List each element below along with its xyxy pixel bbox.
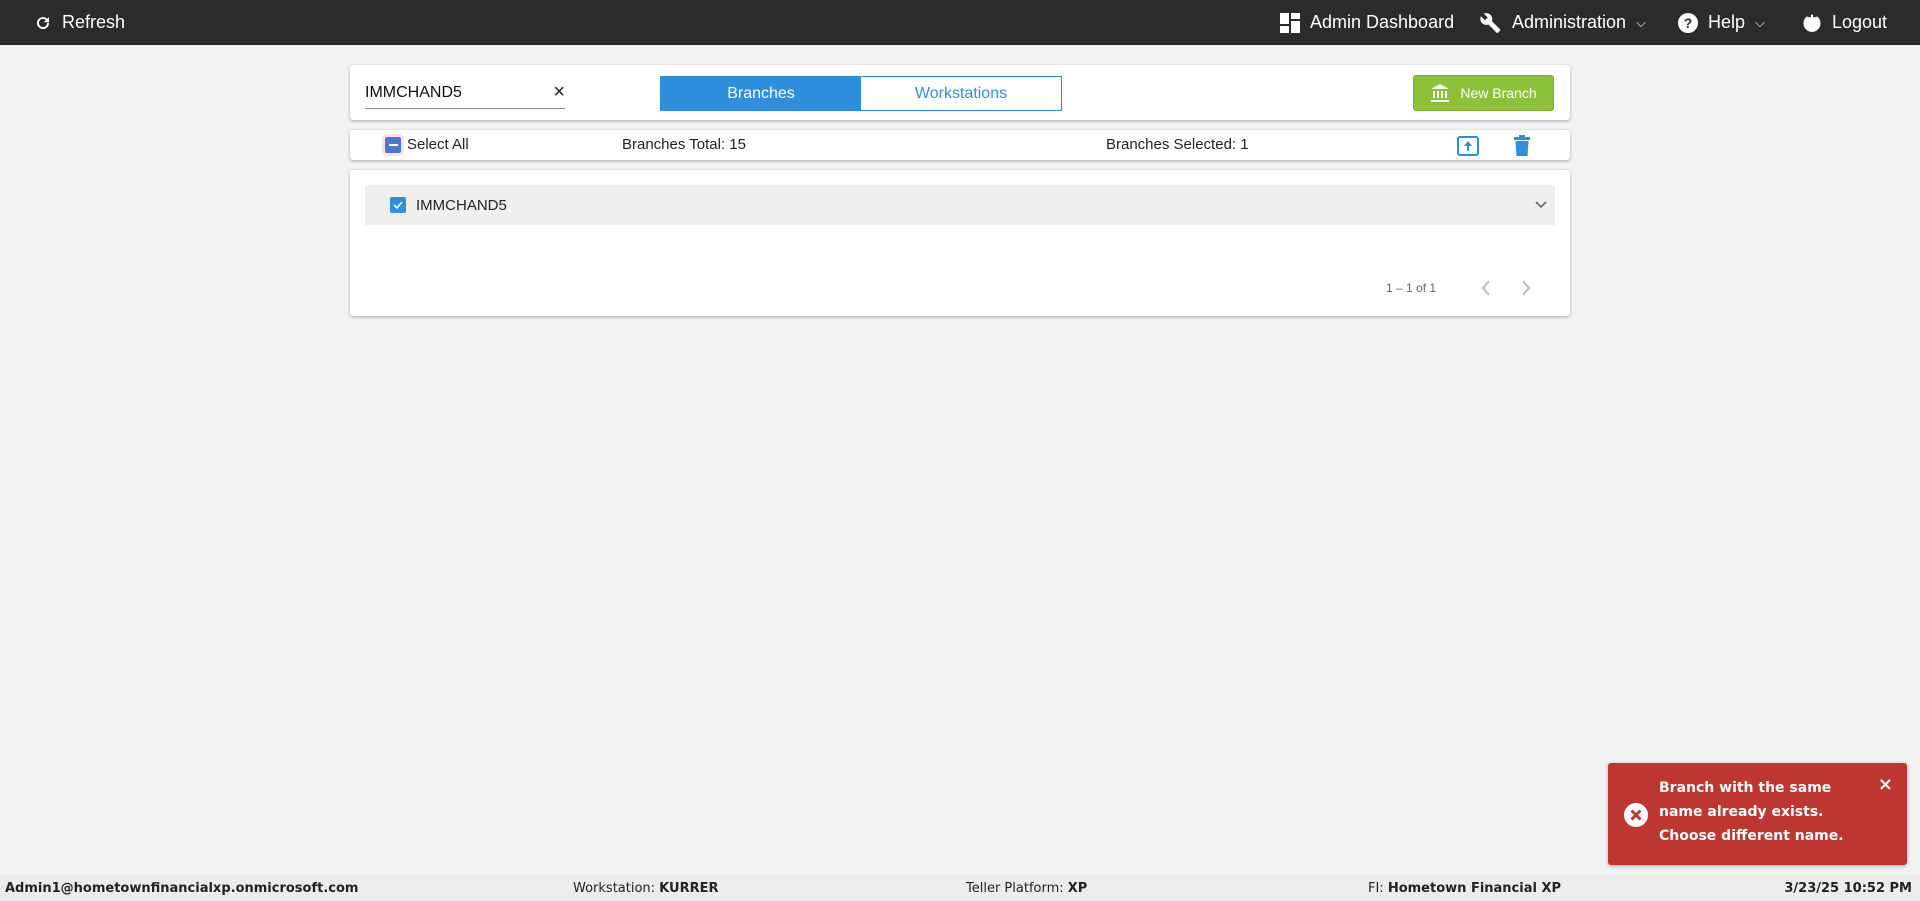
dashboard-icon	[1280, 12, 1300, 33]
wrench-icon	[1480, 12, 1501, 33]
top-navbar: Refresh Admin Dashboard Administration ⌵…	[0, 0, 1920, 45]
status-bar: Admin1@hometownfinancialxp.onmicrosoft.c…	[0, 875, 1920, 901]
svg-text:?: ?	[1684, 15, 1693, 31]
pagination-range: 1 – 1 of 1	[1386, 281, 1437, 295]
check-icon	[393, 201, 403, 210]
status-user: Admin1@hometownfinancialxp.onmicrosoft.c…	[5, 881, 359, 896]
previous-page-icon[interactable]	[1481, 280, 1491, 296]
upload-icon[interactable]	[1457, 136, 1479, 156]
error-toast: Branch with the same name already exists…	[1608, 763, 1907, 865]
administration-menu[interactable]: Administration ⌵	[1480, 0, 1646, 45]
branch-name: IMMCHAND5	[416, 196, 507, 214]
logout-button[interactable]: Logout	[1802, 0, 1887, 45]
branch-list-card: IMMCHAND5 1 – 1 of 1	[350, 170, 1570, 316]
clear-search-button[interactable]: ×	[553, 81, 565, 104]
refresh-label: Refresh	[62, 12, 126, 32]
admin-dashboard-label: Admin Dashboard	[1310, 12, 1455, 32]
help-icon: ?	[1678, 12, 1698, 33]
search-field[interactable]: ×	[365, 77, 565, 109]
workstation-value: KURRER	[659, 881, 719, 896]
status-fi: FI: Hometown Financial XP	[1368, 881, 1561, 896]
status-platform: Teller Platform: XP	[966, 881, 1087, 896]
new-branch-label: New Branch	[1460, 85, 1537, 101]
refresh-icon	[37, 16, 50, 29]
error-icon	[1624, 803, 1648, 827]
refresh-button[interactable]: Refresh	[34, 0, 125, 45]
next-page-icon[interactable]	[1521, 280, 1531, 296]
help-menu[interactable]: ? Help ⌵	[1678, 0, 1765, 45]
trash-icon[interactable]	[1514, 135, 1530, 156]
branches-selected: Branches Selected: 1	[1106, 136, 1249, 153]
chevron-down-icon: ⌵	[1636, 14, 1646, 30]
chevron-down-icon[interactable]	[1535, 201, 1547, 209]
list-item[interactable]: IMMCHAND5	[365, 185, 1555, 225]
new-branch-button[interactable]: New Branch	[1413, 75, 1554, 111]
status-datetime: 3/23/25 10:52 PM	[1784, 881, 1912, 896]
chevron-down-icon: ⌵	[1755, 14, 1765, 30]
toast-close-button[interactable]: ×	[1878, 773, 1893, 797]
platform-label: Teller Platform:	[966, 881, 1068, 896]
power-icon	[1803, 14, 1821, 32]
tab-branches[interactable]: Branches	[661, 77, 861, 110]
bank-icon	[1431, 84, 1450, 102]
search-input[interactable]	[365, 83, 525, 102]
fi-label: FI:	[1368, 881, 1388, 896]
administration-label: Administration	[1512, 12, 1627, 32]
select-all-checkbox[interactable]	[385, 136, 401, 153]
tab-workstations[interactable]: Workstations	[861, 77, 1061, 110]
logout-label: Logout	[1832, 12, 1888, 32]
fi-value: Hometown Financial XP	[1387, 881, 1562, 896]
help-label: Help	[1708, 12, 1746, 32]
branch-toolbar: Select All Branches Total: 15 Branches S…	[350, 130, 1570, 160]
item-checkbox[interactable]	[390, 197, 406, 213]
select-all-label: Select All	[407, 136, 469, 153]
status-workstation: Workstation: KURRER	[573, 881, 718, 896]
branches-total: Branches Total: 15	[622, 136, 746, 153]
search-card: × Branches Workstations New Branch	[350, 65, 1570, 120]
platform-value: XP	[1067, 881, 1088, 896]
workstation-label: Workstation:	[573, 881, 660, 896]
toast-message: Branch with the same name already exists…	[1659, 780, 1844, 844]
view-tabs: Branches Workstations	[660, 76, 1062, 111]
admin-dashboard-link[interactable]: Admin Dashboard	[1280, 0, 1454, 45]
